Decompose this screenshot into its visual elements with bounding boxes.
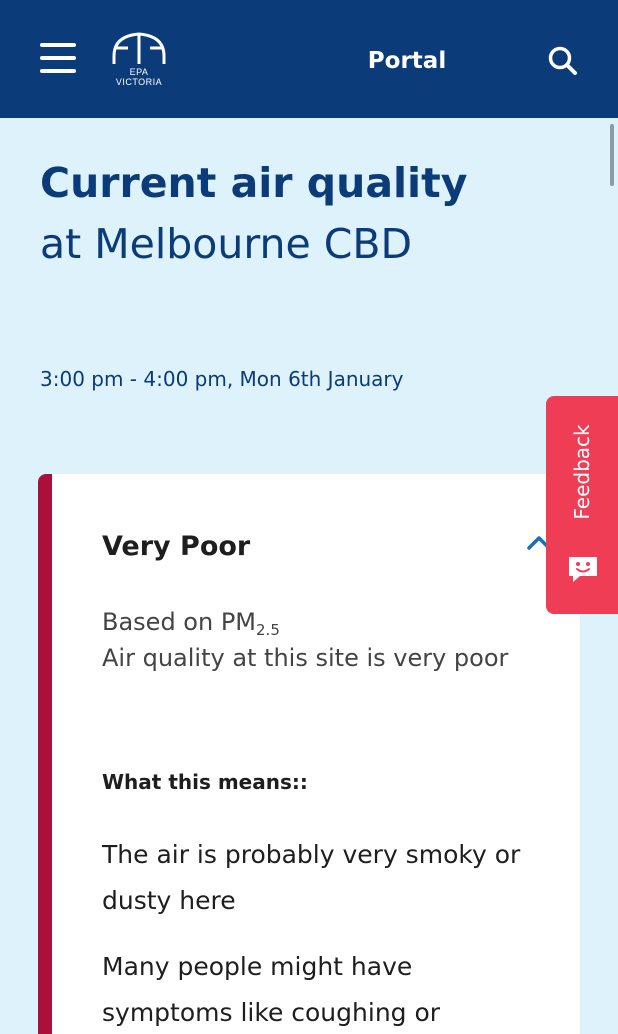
epa-logo-mark	[112, 32, 166, 64]
page-subtitle-location: at Melbourne CBD	[40, 220, 413, 268]
pollutant-basis-label: Based on PM	[102, 608, 257, 636]
logo-text-victoria: VICTORIA	[115, 77, 163, 87]
portal-link[interactable]: Portal	[340, 44, 474, 78]
air-quality-card: Very Poor Based on PM2.5 Air quality at …	[38, 474, 580, 1034]
feedback-label: Feedback	[570, 424, 594, 520]
epa-victoria-logo[interactable]: EPA VICTORIA	[106, 30, 172, 92]
air-quality-status: Very Poor	[102, 531, 251, 562]
what-this-means-heading: What this means::	[102, 770, 308, 794]
hamburger-menu-icon[interactable]	[40, 43, 76, 73]
top-navigation-bar: EPA VICTORIA Portal	[0, 0, 618, 118]
pollutant-basis: Based on PM2.5	[102, 604, 280, 640]
feedback-button[interactable]: Feedback	[546, 396, 618, 614]
time-range-text: 3:00 pm - 4:00 pm, Mon 6th January	[40, 367, 404, 391]
page-scrollbar[interactable]	[610, 124, 614, 186]
health-advice-paragraph: Many people might have symptoms like cou…	[102, 952, 441, 1027]
search-icon[interactable]	[546, 44, 580, 78]
logo-text-epa: EPA	[129, 67, 149, 77]
page-title: Current air quality	[40, 159, 468, 207]
smiley-face-icon	[566, 554, 600, 584]
logo-wordmark: EPA VICTORIA	[106, 67, 172, 87]
health-advice-paragraph: The air is probably very smoky or dusty …	[102, 840, 521, 915]
status-description: Air quality at this site is very poor	[102, 644, 509, 672]
pollutant-subscript: 2.5	[256, 621, 280, 639]
card-status-accent	[38, 474, 52, 1034]
